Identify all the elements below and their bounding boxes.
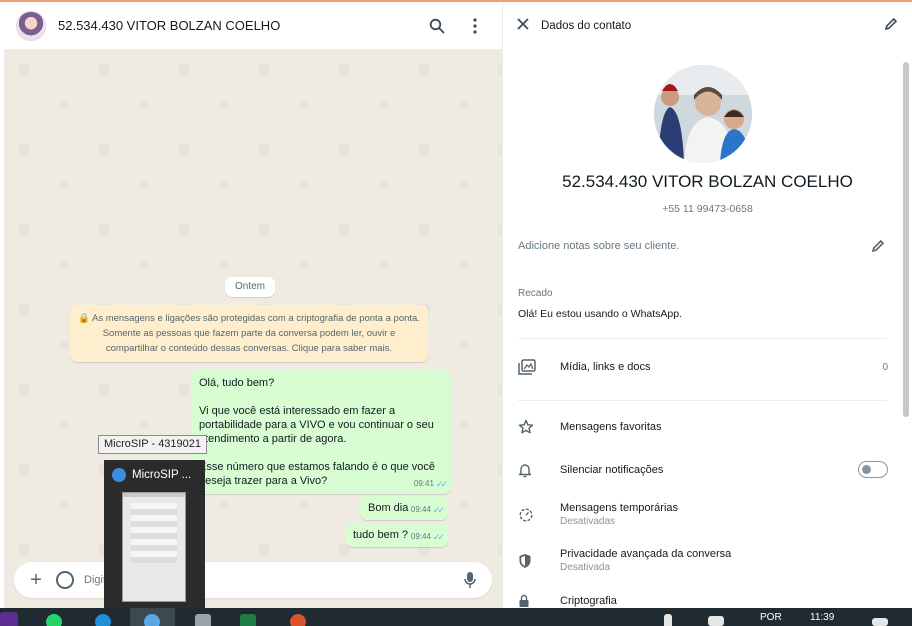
mute-notifications-row[interactable]: Silenciar notificações [518, 461, 888, 478]
whatsapp-taskbar-icon[interactable] [46, 614, 62, 626]
disappearing-messages-label: Mensagens temporárias [560, 502, 679, 514]
message-time: 09:41 [413, 479, 434, 488]
microsip-app-icon [112, 468, 126, 482]
advanced-privacy-label: Privacidade avançada da conversa [560, 548, 732, 560]
section-divider [518, 338, 887, 339]
preview-title: MicroSIP ... [132, 469, 192, 481]
read-ticks-icon: ✓✓ [435, 479, 448, 489]
message-meta: 09:41 ✓✓ [413, 477, 448, 491]
message-line: Esse número que estamos falando é o que … [199, 461, 436, 487]
message-meta: 09:44 ✓✓ [410, 530, 445, 544]
bell-icon [518, 462, 548, 478]
thumbnail-dialpad [131, 503, 177, 563]
edge-taskbar-icon[interactable] [95, 614, 111, 626]
contact-info-panel: Dados do contato 52.534.430 VITOR BOLZAN… [503, 2, 912, 608]
mute-notifications-label: Silenciar notificações [560, 463, 664, 476]
about-text: Olá! Eu estou usando o WhatsApp. [518, 308, 683, 320]
message-bubble-outgoing[interactable]: Bom dia 09:44 ✓✓ [360, 496, 448, 520]
excel-taskbar-icon[interactable] [240, 614, 256, 626]
encryption-row[interactable]: Criptografia [518, 594, 888, 608]
about-label: Recado [518, 288, 553, 299]
message-text: tudo bem ? [353, 529, 409, 541]
message-meta: 09:44 ✓✓ [410, 503, 445, 517]
read-ticks-icon: ✓✓ [432, 532, 445, 542]
message-time: 09:44 [410, 532, 431, 541]
starred-messages-label: Mensagens favoritas [560, 421, 662, 433]
toggle-knob [862, 465, 871, 474]
mute-toggle[interactable] [858, 461, 888, 478]
sticker-icon[interactable] [56, 571, 74, 589]
thumbnail-titlebar [123, 493, 185, 497]
advanced-privacy-status: Desativada [560, 562, 611, 573]
disappearing-messages-status: Desativadas [560, 516, 616, 527]
media-gallery-icon [518, 359, 548, 375]
shield-icon [518, 553, 548, 569]
microsip-taskbar-icon[interactable] [144, 614, 160, 626]
clock[interactable]: 11:39 [810, 612, 834, 623]
preview-thumbnail[interactable] [122, 492, 186, 602]
disappearing-messages-row[interactable]: Mensagens temporárias Desativadas [518, 502, 888, 527]
advanced-privacy-row[interactable]: Privacidade avançada da conversa Desativ… [518, 548, 888, 573]
message-line: Olá, tudo bem? [199, 377, 275, 389]
onenote-taskbar-icon[interactable] [0, 612, 18, 626]
plus-icon[interactable]: + [26, 570, 46, 590]
message-bubble-outgoing[interactable]: Olá, tudo bem? Vi que você está interess… [191, 370, 451, 494]
message-line [199, 446, 443, 460]
language-indicator[interactable]: POR [760, 612, 782, 623]
chat-header[interactable]: 52.534.430 VITOR BOLZAN COELHO [4, 2, 502, 50]
date-divider: Ontem [225, 277, 276, 297]
chat-panel: 52.534.430 VITOR BOLZAN COELHO Ontem 🔒 A… [4, 2, 502, 608]
contact-panel-scrollbar[interactable] [903, 62, 909, 417]
message-bubble-outgoing[interactable]: tudo bem ? 09:44 ✓✓ [345, 523, 448, 547]
message-composer: + [14, 562, 492, 598]
menu-kebab-icon[interactable] [464, 15, 486, 37]
timer-icon [518, 507, 548, 523]
advanced-privacy-text: Privacidade avançada da conversa Desativ… [560, 548, 888, 573]
tray-icon[interactable] [664, 614, 672, 626]
app-taskbar-icon[interactable] [290, 614, 306, 626]
taskbar-window-preview[interactable]: MicroSIP ... [104, 460, 205, 610]
chat-contact-name[interactable]: 52.534.430 VITOR BOLZAN COELHO [58, 18, 426, 33]
contact-panel-header: Dados do contato [503, 2, 912, 50]
notes-placeholder[interactable]: Adicione notas sobre seu cliente. [518, 240, 679, 252]
encryption-notice[interactable]: 🔒 As mensagens e ligações são protegidas… [70, 305, 428, 362]
media-links-docs-label: Mídia, links e docs [560, 361, 651, 373]
taskbar-tooltip: MicroSIP - 4319021 [98, 435, 208, 454]
star-icon [518, 419, 548, 435]
contact-profile-photo[interactable] [654, 65, 752, 163]
media-count: 0 [882, 361, 888, 373]
lock-icon [518, 594, 548, 608]
microphone-icon[interactable] [460, 571, 480, 589]
contact-name: 52.534.430 VITOR BOLZAN COELHO [562, 172, 853, 191]
edit-notes-pencil-icon[interactable] [871, 239, 885, 258]
contact-panel-title: Dados do contato [541, 20, 632, 32]
contact-phone: +55 11 99473-0658 [662, 203, 753, 215]
disappearing-messages-text: Mensagens temporárias Desativadas [560, 502, 888, 527]
pencil-icon[interactable] [884, 17, 898, 36]
message-line: Vi que você está interessado em fazer a … [199, 405, 434, 445]
starred-messages-row[interactable]: Mensagens favoritas [518, 419, 888, 435]
search-icon[interactable] [426, 15, 448, 37]
message-line [199, 390, 443, 404]
media-links-docs-row[interactable]: Mídia, links e docs 0 [518, 359, 888, 375]
section-divider [518, 400, 887, 401]
message-text: Bom dia [368, 502, 409, 514]
contact-avatar[interactable] [16, 10, 46, 41]
message-time: 09:44 [410, 505, 431, 514]
tray-icon[interactable] [708, 616, 724, 626]
close-icon[interactable] [517, 17, 533, 35]
encryption-label: Criptografia [560, 595, 617, 607]
preview-header: MicroSIP ... [104, 460, 205, 490]
notification-icon[interactable] [872, 618, 888, 626]
read-ticks-icon: ✓✓ [432, 505, 445, 515]
app-taskbar-icon[interactable] [195, 614, 211, 626]
